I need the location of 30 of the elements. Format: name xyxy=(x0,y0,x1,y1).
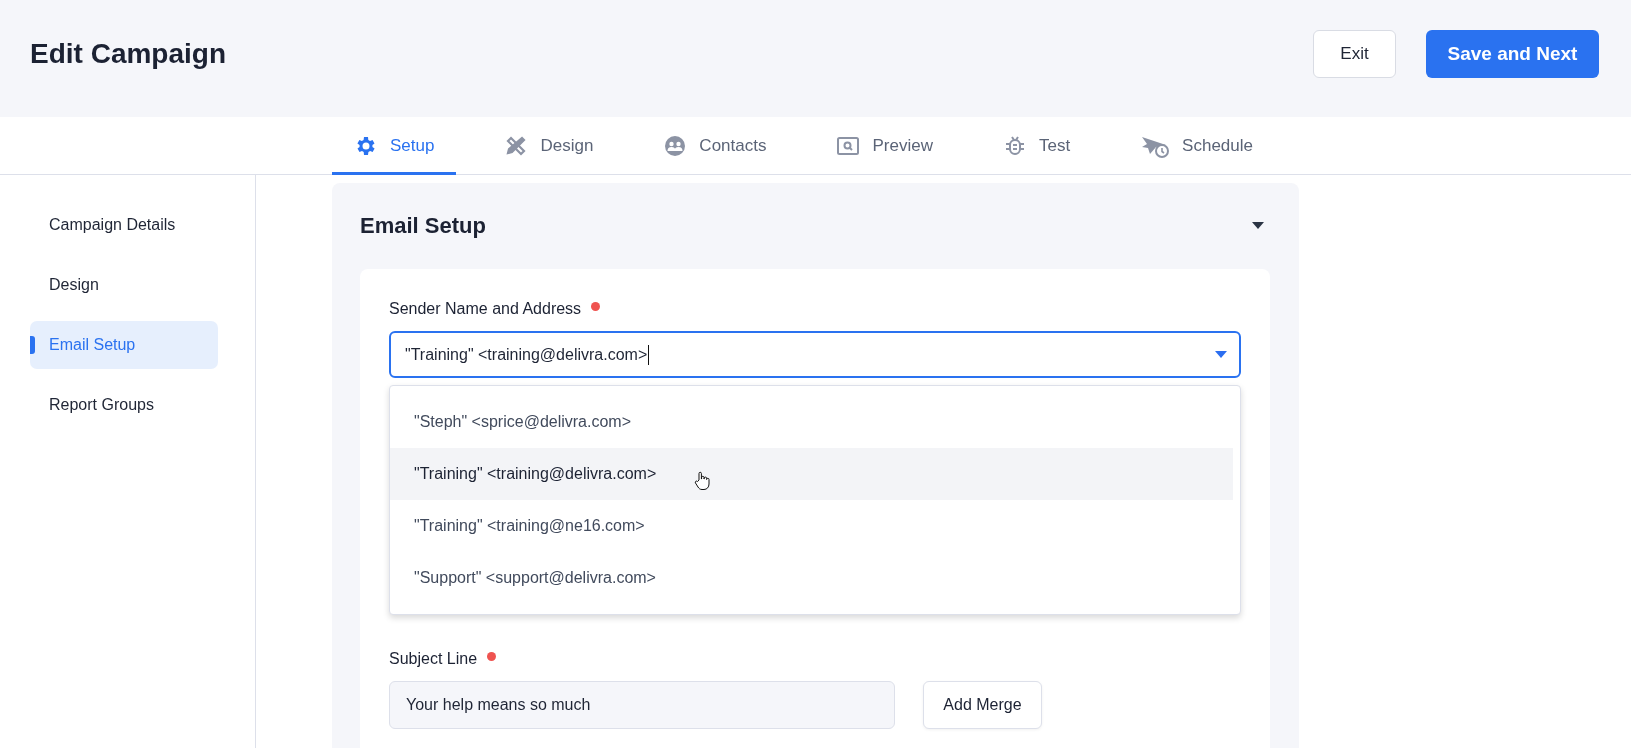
hand-cursor-icon xyxy=(694,471,711,491)
section-title: Email Setup xyxy=(360,213,486,239)
add-merge-button[interactable]: Add Merge xyxy=(923,681,1042,729)
subject-input[interactable]: Your help means so much xyxy=(389,681,895,729)
dropdown-option[interactable]: "Training" <training@delivra.com> xyxy=(390,448,1233,500)
page-title: Edit Campaign xyxy=(30,37,226,70)
sidebar-item[interactable]: Campaign Details xyxy=(30,201,218,249)
send-clock-icon xyxy=(1140,134,1171,158)
sidebar-item[interactable]: Design xyxy=(30,261,218,309)
dropdown-option[interactable]: "Training" <training@ne16.com> xyxy=(390,500,1233,552)
tab[interactable]: Test xyxy=(980,117,1093,175)
preview-icon xyxy=(836,134,861,158)
tab[interactable]: Schedule xyxy=(1118,117,1275,175)
caret-icon xyxy=(1215,351,1227,359)
sidebar-item[interactable]: Email Setup xyxy=(30,321,218,369)
save-button[interactable]: Save and Next xyxy=(1426,29,1599,78)
dropdown-option[interactable]: "Steph" <sprice@delivra.com> xyxy=(390,396,1233,448)
tab[interactable]: Contacts xyxy=(641,117,789,175)
caret-icon[interactable] xyxy=(1252,222,1264,230)
people-icon xyxy=(663,134,688,158)
exit-button[interactable]: Exit xyxy=(1313,29,1396,78)
field-label: Subject Line xyxy=(389,650,478,668)
tab[interactable]: Design xyxy=(482,117,616,175)
sidebar-item[interactable]: Report Groups xyxy=(30,381,218,429)
dropdown-option[interactable]: "Support" <support@delivra.com> xyxy=(390,552,1233,604)
sender-select[interactable]: "Training" <training@delivra.com> xyxy=(389,331,1241,378)
active-indicator xyxy=(30,336,35,354)
field-label: Sender Name and Address xyxy=(389,300,582,318)
tab[interactable]: Preview xyxy=(814,117,955,175)
tab[interactable]: Setup xyxy=(332,117,457,175)
